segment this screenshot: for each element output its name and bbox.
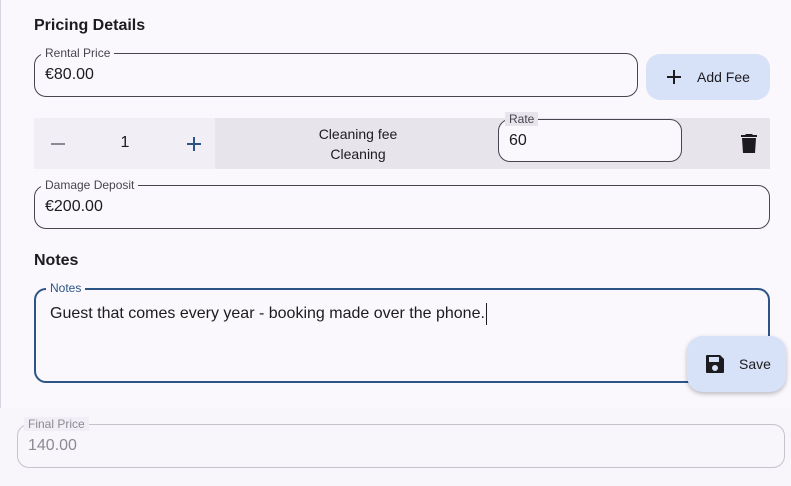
- fee-name: Cleaning fee: [318, 126, 398, 142]
- plus-icon: [666, 69, 682, 85]
- damage-deposit-value: €200.00: [45, 198, 103, 215]
- minus-icon: [50, 136, 66, 152]
- decrement-button[interactable]: [42, 128, 74, 160]
- final-price-label: Final Price: [24, 417, 89, 431]
- rate-field[interactable]: Rate 60: [498, 112, 682, 162]
- rental-price-label: Rental Price: [41, 46, 115, 60]
- quantity-stepper: 1: [34, 118, 215, 169]
- save-label: Save: [739, 356, 771, 372]
- notes-value: Guest that comes every year - booking ma…: [50, 305, 485, 323]
- damage-deposit-field[interactable]: Damage Deposit €200.00: [34, 178, 770, 229]
- damage-deposit-label: Damage Deposit: [41, 178, 139, 192]
- delete-icon: [741, 133, 757, 153]
- notes-label: Notes: [46, 281, 86, 295]
- fee-description: Cleaning fee Cleaning: [298, 124, 418, 164]
- notes-title: Notes: [34, 252, 79, 269]
- pricing-details-title: Pricing Details: [34, 17, 146, 34]
- fee-type: Cleaning: [330, 146, 386, 162]
- save-icon: [705, 354, 725, 374]
- rental-price-field[interactable]: Rental Price €80.00: [34, 46, 638, 97]
- save-button[interactable]: Save: [687, 336, 786, 392]
- plus-icon: [186, 136, 202, 152]
- rate-label: Rate: [505, 112, 539, 126]
- add-fee-button[interactable]: Add Fee: [646, 54, 770, 100]
- fee-row: 1 Cleaning fee Cleaning Rate 60: [34, 112, 770, 169]
- text-caret: [485, 303, 488, 325]
- final-price-field: Final Price 140.00: [17, 417, 785, 468]
- increment-button[interactable]: [178, 128, 210, 160]
- booking-form-panel: Pricing Details Rental Price €80.00 Add …: [0, 0, 791, 408]
- final-price-value: 140.00: [28, 437, 77, 454]
- delete-fee-button[interactable]: [733, 127, 765, 159]
- notes-textarea[interactable]: Notes Guest that comes every year - book…: [34, 281, 770, 383]
- rate-value: 60: [509, 131, 527, 149]
- add-fee-label: Add Fee: [697, 69, 750, 85]
- rental-price-value: €80.00: [45, 66, 94, 83]
- quantity-value[interactable]: 1: [112, 134, 138, 152]
